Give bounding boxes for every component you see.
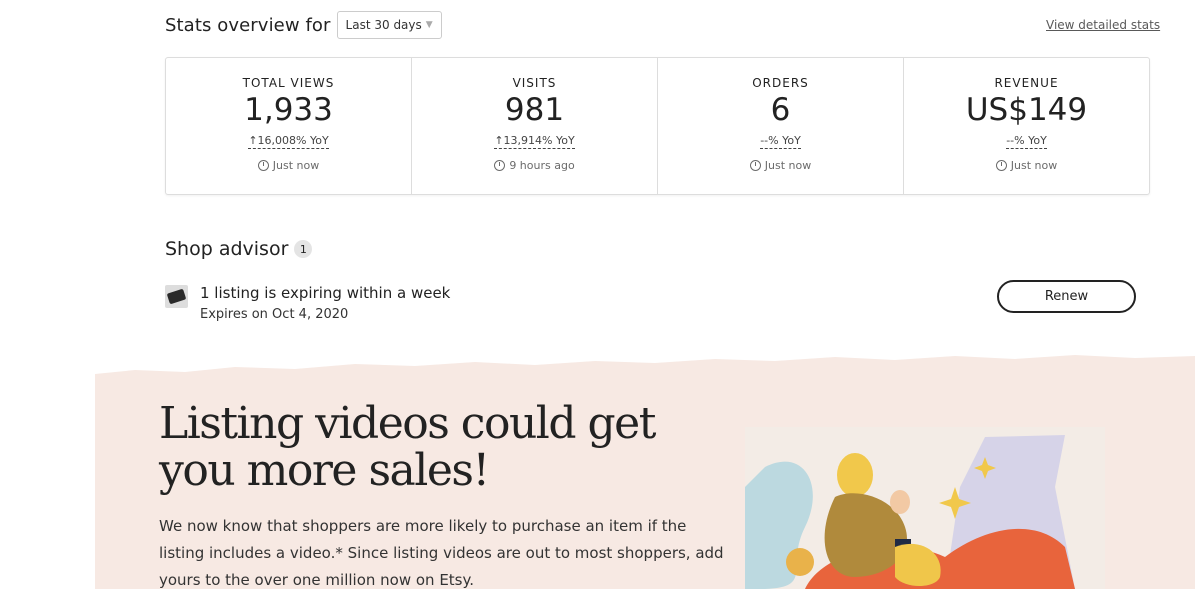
- stat-total-views[interactable]: TOTAL VIEWS 1,933 ↑16,008% YoY Just now: [166, 58, 412, 194]
- stat-revenue[interactable]: REVENUE US$149 --% YoY Just now: [904, 58, 1149, 194]
- promo-banner: Listing videos could get you more sales!…: [95, 352, 1195, 589]
- period-select-value: Last 30 days: [345, 18, 422, 32]
- stat-time: Just now: [658, 159, 903, 172]
- stat-time: Just now: [166, 159, 411, 172]
- stat-time-text: Just now: [1010, 159, 1058, 172]
- stat-orders[interactable]: ORDERS 6 --% YoY Just now: [658, 58, 904, 194]
- advisor-count-badge: 1: [294, 240, 313, 258]
- stat-value: US$149: [965, 92, 1088, 128]
- stat-label: ORDERS: [752, 76, 809, 90]
- stat-yoy-text: 13,914% YoY: [503, 134, 575, 147]
- renew-button[interactable]: Renew: [997, 280, 1136, 313]
- stat-time-text: 9 hours ago: [509, 159, 575, 172]
- arrow-up-icon: ↑: [494, 134, 504, 147]
- shop-advisor-heading: Shop advisor 1: [165, 238, 313, 260]
- promo-body: We now know that shoppers are more likel…: [159, 517, 724, 589]
- chevron-down-icon: ▼: [425, 20, 433, 30]
- stat-label: TOTAL VIEWS: [242, 76, 335, 90]
- clock-icon: [494, 160, 506, 171]
- period-select[interactable]: Last 30 days ▼: [336, 11, 442, 39]
- promo-title: Listing videos could get you more sales!: [159, 398, 656, 496]
- advisor-item-subtext: Expires on Oct 4, 2020: [200, 307, 349, 322]
- clock-icon: [257, 160, 269, 171]
- stat-yoy[interactable]: ↑13,914% YoY: [494, 134, 575, 149]
- stat-yoy[interactable]: --% YoY: [760, 134, 801, 149]
- arrow-up-icon: ↑: [248, 134, 258, 147]
- clock-icon: [749, 160, 761, 171]
- stat-yoy-text: 16,008% YoY: [257, 134, 329, 147]
- stat-time-text: Just now: [764, 159, 812, 172]
- stat-time: 9 hours ago: [412, 159, 657, 172]
- stat-label: REVENUE: [994, 76, 1059, 90]
- stat-yoy[interactable]: ↑16,008% YoY: [248, 134, 329, 149]
- stat-value: 981: [504, 92, 565, 128]
- advisor-item-text: 1 listing is expiring within a week: [200, 284, 451, 302]
- stat-value: 1,933: [244, 92, 333, 128]
- stat-yoy-text: --% YoY: [1006, 134, 1047, 147]
- stat-visits[interactable]: VISITS 981 ↑13,914% YoY 9 hours ago: [412, 58, 658, 194]
- stats-card: TOTAL VIEWS 1,933 ↑16,008% YoY Just now …: [165, 57, 1150, 195]
- stats-header: Stats overview for Last 30 days ▼: [165, 11, 442, 39]
- stat-yoy-text: --% YoY: [760, 134, 801, 147]
- stat-time-text: Just now: [272, 159, 320, 172]
- stat-label: VISITS: [512, 76, 557, 90]
- listing-thumbnail[interactable]: [165, 285, 188, 308]
- stat-value: 6: [770, 92, 791, 128]
- promo-illustration: [745, 427, 1105, 589]
- stat-yoy[interactable]: --% YoY: [1006, 134, 1047, 149]
- stats-title: Stats overview for: [165, 14, 331, 36]
- shop-advisor-title: Shop advisor: [165, 238, 289, 260]
- view-detailed-stats-link[interactable]: View detailed stats: [1046, 18, 1160, 32]
- clock-icon: [995, 160, 1007, 171]
- stat-time: Just now: [904, 159, 1149, 172]
